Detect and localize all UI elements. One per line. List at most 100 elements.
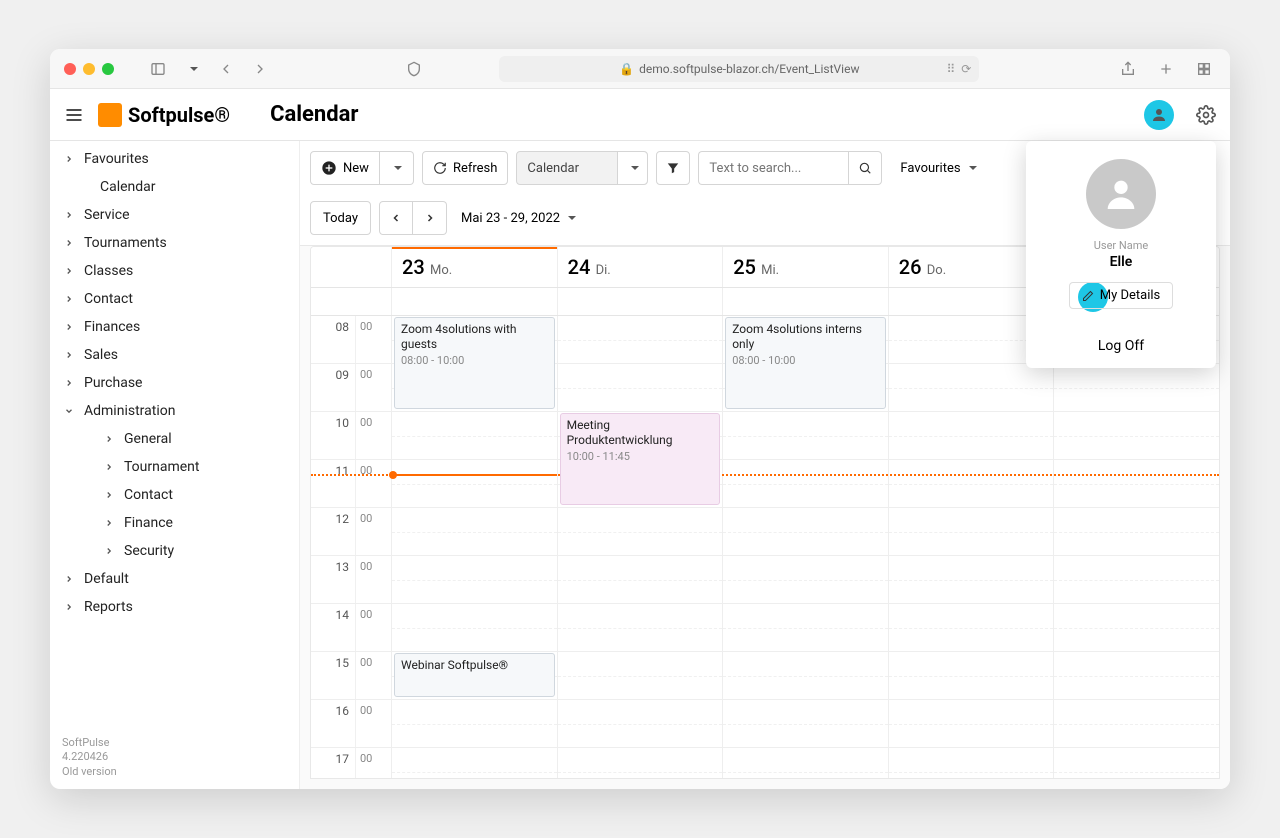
sidebar-item-classes[interactable]: Classes xyxy=(50,257,299,285)
time-slot[interactable] xyxy=(391,604,557,651)
settings-gear-icon[interactable] xyxy=(1194,103,1218,127)
allday-cell[interactable] xyxy=(391,288,557,315)
time-slot[interactable] xyxy=(722,700,888,747)
calendar-event[interactable]: Zoom 4solutions with guests08:00 - 10:00 xyxy=(394,317,555,409)
time-slot[interactable] xyxy=(1053,364,1219,411)
favourites-dropdown[interactable]: Favourites xyxy=(890,151,986,185)
time-slot[interactable] xyxy=(888,604,1054,651)
time-slot[interactable]: Webinar Softpulse® xyxy=(391,652,557,699)
time-slot[interactable] xyxy=(391,700,557,747)
sidebar-item-contact[interactable]: Contact xyxy=(50,481,299,509)
filter-button[interactable] xyxy=(656,151,690,185)
new-button[interactable]: New xyxy=(310,151,380,185)
sidebar-item-service[interactable]: Service xyxy=(50,201,299,229)
time-slot[interactable] xyxy=(1053,652,1219,699)
logoff-button[interactable]: Log Off xyxy=(1038,327,1204,358)
sidebar-item-default[interactable]: Default xyxy=(50,565,299,593)
time-slot[interactable] xyxy=(391,460,557,507)
sidebar-item-finance[interactable]: Finance xyxy=(50,509,299,537)
time-slot[interactable] xyxy=(557,652,723,699)
calendar-event[interactable]: Zoom 4solutions interns only08:00 - 10:0… xyxy=(725,317,886,409)
time-slot[interactable] xyxy=(557,316,723,363)
time-slot[interactable]: Zoom 4solutions interns only08:00 - 10:0… xyxy=(722,316,888,363)
time-slot[interactable] xyxy=(722,748,888,779)
time-slot[interactable] xyxy=(1053,748,1219,779)
time-slot[interactable] xyxy=(1053,700,1219,747)
prev-week-button[interactable] xyxy=(379,201,413,235)
time-slot[interactable] xyxy=(888,652,1054,699)
time-slot[interactable] xyxy=(888,700,1054,747)
footer-oldversion[interactable]: Old version xyxy=(62,765,287,779)
time-slot[interactable] xyxy=(722,556,888,603)
time-slot[interactable]: Meeting Produktentwicklung10:00 - 11:45 xyxy=(557,412,723,459)
sidebar-item-tournament[interactable]: Tournament xyxy=(50,453,299,481)
time-slot[interactable] xyxy=(1053,604,1219,651)
view-select[interactable]: Calendar xyxy=(516,151,648,185)
time-slot[interactable] xyxy=(557,748,723,779)
translate-icon[interactable]: ⠿ xyxy=(946,62,955,76)
back-icon[interactable] xyxy=(214,57,238,81)
sidebar-item-contact[interactable]: Contact xyxy=(50,285,299,313)
time-slot[interactable] xyxy=(722,412,888,459)
allday-cell[interactable] xyxy=(722,288,888,315)
search-button[interactable] xyxy=(848,151,882,185)
day-header[interactable]: 24 Di. xyxy=(557,247,723,287)
sidebar-item-sales[interactable]: Sales xyxy=(50,341,299,369)
new-dropdown[interactable] xyxy=(380,151,414,185)
reload-icon[interactable]: ⟳ xyxy=(961,62,971,76)
tabs-grid-icon[interactable] xyxy=(1192,57,1216,81)
time-slot[interactable] xyxy=(1053,460,1219,507)
time-slot[interactable] xyxy=(391,748,557,779)
close-window[interactable] xyxy=(64,63,76,75)
time-slot[interactable] xyxy=(888,364,1054,411)
day-header[interactable]: 25 Mi. xyxy=(722,247,888,287)
sidebar-item-administration[interactable]: Administration xyxy=(50,397,299,425)
time-slot[interactable] xyxy=(722,652,888,699)
maximize-window[interactable] xyxy=(102,63,114,75)
time-slot[interactable] xyxy=(888,460,1054,507)
sidebar-item-finances[interactable]: Finances xyxy=(50,313,299,341)
sidebar-item-general[interactable]: General xyxy=(50,425,299,453)
sidebar-item-tournaments[interactable]: Tournaments xyxy=(50,229,299,257)
sidebar-toggle-icon[interactable] xyxy=(146,57,170,81)
sidebar-item-security[interactable]: Security xyxy=(50,537,299,565)
time-slot[interactable] xyxy=(1053,508,1219,555)
my-details-button[interactable]: My Details xyxy=(1069,282,1174,309)
time-slot[interactable] xyxy=(391,556,557,603)
time-slot[interactable] xyxy=(557,604,723,651)
time-slot[interactable] xyxy=(888,508,1054,555)
time-slot[interactable]: Zoom 4solutions with guests08:00 - 10:00 xyxy=(391,316,557,363)
time-slot[interactable] xyxy=(888,748,1054,779)
user-avatar-button[interactable] xyxy=(1144,100,1174,130)
time-slot[interactable] xyxy=(888,412,1054,459)
sidebar-item-favourites[interactable]: Favourites xyxy=(50,145,299,173)
refresh-button[interactable]: Refresh xyxy=(422,151,508,185)
today-button[interactable]: Today xyxy=(310,201,371,235)
brand-logo[interactable]: Softpulse® xyxy=(98,103,230,127)
shield-icon[interactable] xyxy=(402,57,426,81)
time-slot[interactable] xyxy=(391,412,557,459)
time-slot[interactable] xyxy=(391,508,557,555)
search-input[interactable] xyxy=(698,151,848,185)
day-header[interactable]: 23 Mo. xyxy=(391,247,557,287)
time-slot[interactable] xyxy=(722,604,888,651)
sidebar-item-reports[interactable]: Reports xyxy=(50,593,299,621)
minimize-window[interactable] xyxy=(83,63,95,75)
date-range-picker[interactable]: Mai 23 - 29, 2022 xyxy=(455,211,582,226)
time-slot[interactable] xyxy=(722,508,888,555)
next-week-button[interactable] xyxy=(413,201,447,235)
time-slot[interactable] xyxy=(1053,556,1219,603)
time-slot[interactable] xyxy=(557,700,723,747)
forward-icon[interactable] xyxy=(248,57,272,81)
sidebar-item-purchase[interactable]: Purchase xyxy=(50,369,299,397)
time-slot[interactable] xyxy=(888,556,1054,603)
address-bar[interactable]: 🔒 demo.softpulse-blazor.ch/Event_ListVie… xyxy=(499,56,979,82)
calendar-event[interactable]: Meeting Produktentwicklung10:00 - 11:45 xyxy=(560,413,721,505)
tab-dropdown-icon[interactable] xyxy=(180,57,204,81)
share-icon[interactable] xyxy=(1116,57,1140,81)
time-slot[interactable] xyxy=(557,364,723,411)
hamburger-icon[interactable] xyxy=(62,103,86,127)
allday-cell[interactable] xyxy=(557,288,723,315)
calendar-event[interactable]: Webinar Softpulse® xyxy=(394,653,555,697)
sidebar-item-calendar[interactable]: Calendar xyxy=(50,173,299,201)
